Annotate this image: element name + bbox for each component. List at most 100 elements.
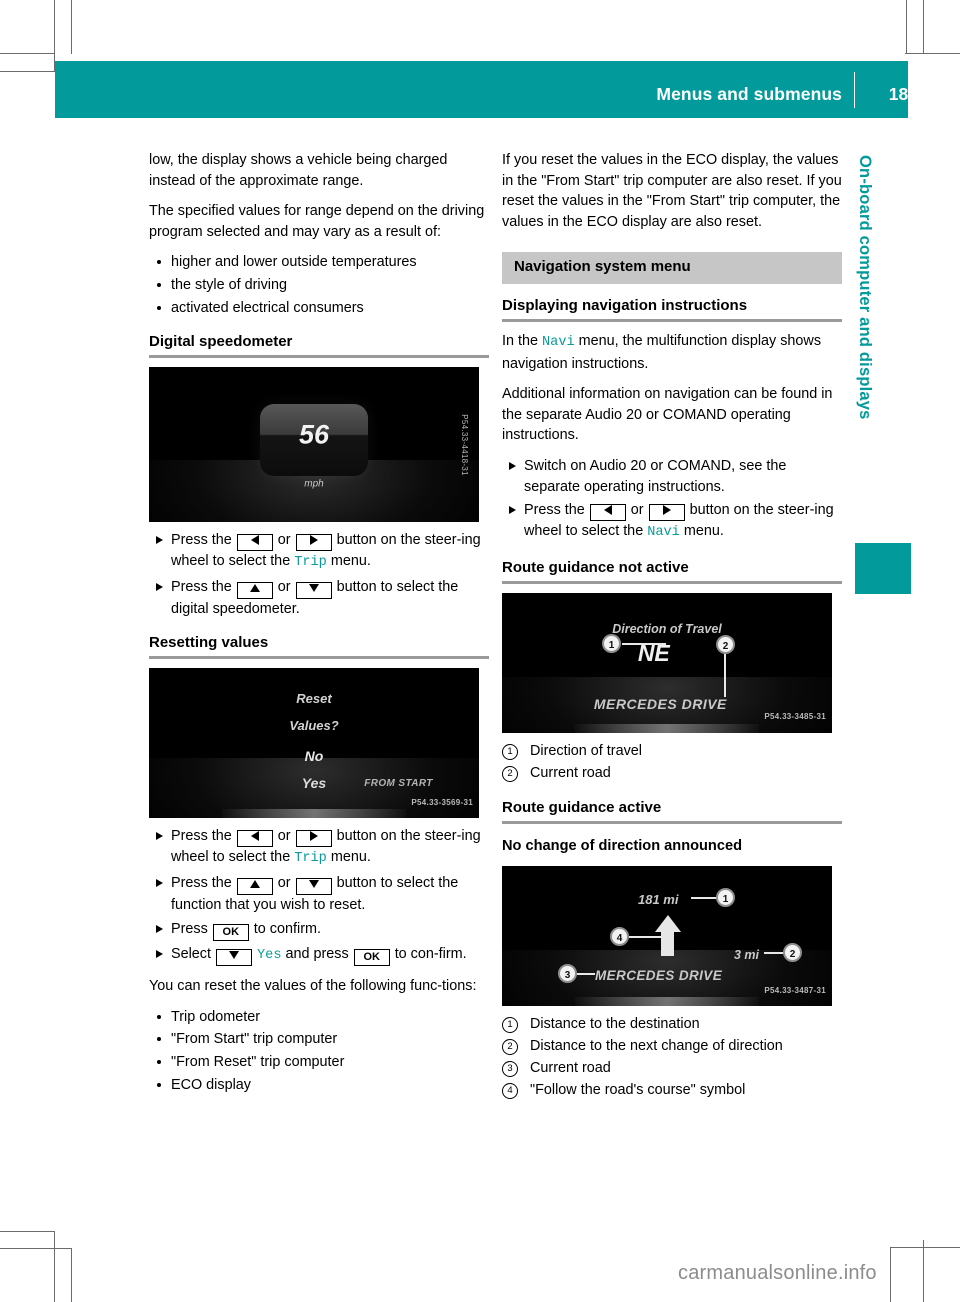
step-text-suffix: menu.	[683, 523, 724, 540]
distance-to-destination-value: 181 mi	[638, 892, 679, 908]
heading-displaying-navigation-instructions: Displaying navigation instructions	[502, 296, 748, 314]
bullet-text: "From Start" trip computer	[171, 1031, 338, 1048]
menu-name-navi: Navi	[647, 525, 680, 541]
up-arrow-icon[interactable]	[236, 877, 273, 895]
callout-number: 1	[502, 743, 518, 760]
crop-mark-top-left-v2	[71, 0, 72, 54]
figure-route-guidance-active: 181 mi 1 4 3 mi 2 MERCEDES DRIVE 3 P54.3…	[502, 866, 832, 1007]
reset-from-start-label: FROM START	[364, 777, 433, 789]
down-arrow-icon[interactable]	[216, 948, 252, 966]
list-item: ECO display	[149, 1075, 489, 1096]
right-arrow-icon[interactable]	[295, 534, 332, 552]
menu-option-yes: Yes	[257, 947, 282, 963]
reset-option-yes: Yes	[301, 775, 327, 792]
callout-legend-item: 2 Current road	[502, 763, 842, 784]
step-item: Press the or button on the steer-ing whe…	[502, 500, 842, 544]
resettable-functions-list: Trip odometer "From Start" trip computer…	[149, 1007, 489, 1095]
callout-marker-1: 1	[716, 888, 735, 908]
callout-legend-item: 4 "Follow the road's course" symbol	[502, 1080, 842, 1101]
callout-label: Current road	[530, 1060, 611, 1077]
down-arrow-icon[interactable]	[295, 877, 332, 895]
intro-paragraph-1: low, the display shows a vehicle being c…	[149, 152, 448, 189]
crop-mark-bottom-left-h	[0, 1231, 55, 1232]
navi-menu-paragraph: In the Navi menu, the multifunction disp…	[502, 331, 842, 374]
callout-legend-route-active: 1 Distance to the destination 2 Distance…	[502, 1014, 842, 1101]
menu-name-trip: Trip	[294, 555, 327, 571]
bullet-text: higher and lower outside temperatures	[171, 254, 417, 271]
step-item: Press OK to confirm.	[149, 919, 489, 941]
crop-mark-top-left-h	[0, 53, 55, 54]
crop-mark-bottom-right-v	[890, 1247, 891, 1302]
down-arrow-icon[interactable]	[295, 581, 332, 599]
speedometer-unit: mph	[304, 478, 324, 490]
step-text-conjunction: or	[277, 874, 291, 891]
right-arrow-icon[interactable]	[295, 830, 332, 848]
list-item: higher and lower outside temperatures	[149, 252, 489, 273]
right-arrow-icon[interactable]	[648, 504, 685, 522]
left-arrow-icon[interactable]	[236, 830, 273, 848]
callout-number: 1	[502, 1017, 518, 1034]
callout-legend-item: 3 Current road	[502, 1058, 842, 1079]
ok-button-icon[interactable]: OK	[353, 948, 390, 966]
heading-rule	[502, 580, 842, 584]
step-text-conjunction: or	[277, 578, 291, 595]
ok-button-icon[interactable]: OK	[212, 923, 249, 941]
step-text-suffix: menu.	[330, 849, 371, 866]
callout-legend-item: 2 Distance to the next change of directi…	[502, 1036, 842, 1057]
step-item: Press the or button on the steer-ing whe…	[149, 826, 489, 870]
closing-paragraph: You can reset the values of the followin…	[149, 978, 477, 995]
callout-number: 2	[502, 765, 518, 782]
crop-mark-top-right-v2	[923, 0, 924, 54]
list-item: "From Start" trip computer	[149, 1029, 489, 1050]
right-column: If you reset the values in the ECO displ…	[502, 150, 842, 1113]
callout-leader-line	[622, 642, 666, 645]
callout-label: Distance to the destination	[530, 1016, 700, 1033]
bullet-text: the style of driving	[171, 276, 287, 293]
step-item: Press the or button to select the functi…	[149, 873, 489, 916]
crop-mark-top-right-h	[905, 53, 960, 54]
reset-dialog-line-1: Reset	[296, 691, 332, 707]
eco-reset-note-paragraph: If you reset the values in the ECO displ…	[502, 152, 842, 230]
callout-label: Current road	[530, 764, 611, 781]
steps-resetting-values: Press the or button on the steer-ing whe…	[149, 826, 489, 966]
page-number: 189	[888, 84, 918, 104]
step-text: Switch on Audio 20 or COMAND, see the se…	[524, 457, 787, 495]
crop-mark-bottom-left-h2	[0, 1248, 72, 1249]
left-column: low, the display shows a vehicle being c…	[149, 150, 489, 1107]
list-item: "From Reset" trip computer	[149, 1052, 489, 1073]
figure-code: P54.33-3569-31	[411, 797, 473, 807]
additional-info-paragraph: Additional information on navigation can…	[502, 386, 833, 444]
step-text-prefix: Press	[171, 920, 208, 937]
callout-legend-item: 1 Direction of travel	[502, 741, 842, 762]
heading-rule	[502, 820, 842, 824]
left-arrow-icon[interactable]	[589, 504, 626, 522]
step-text-prefix: Press the	[171, 532, 232, 549]
display-road-bar	[574, 723, 760, 733]
intro-paragraph-2: The specified values for range depend on…	[149, 203, 485, 240]
left-arrow-icon[interactable]	[236, 534, 273, 552]
step-text-prefix: Select	[171, 945, 211, 962]
step-text-suffix: to con-firm.	[394, 945, 467, 962]
paragraph-prefix: In the	[502, 332, 539, 349]
step-text-suffix: to confirm.	[253, 920, 321, 937]
callout-number: 3	[502, 1061, 518, 1078]
crop-mark-bottom-right-h	[890, 1247, 960, 1248]
heading-rule	[149, 656, 489, 660]
step-item: Switch on Audio 20 or COMAND, see the se…	[502, 456, 842, 497]
steps-digital-speedometer: Press the or button on the steer-ing whe…	[149, 530, 489, 619]
list-item: activated electrical consumers	[149, 298, 489, 319]
callout-label: "Follow the road's course" symbol	[530, 1082, 746, 1099]
steps-displaying-navigation: Switch on Audio 20 or COMAND, see the se…	[502, 456, 842, 544]
distance-to-next-change-value: 3 mi	[734, 948, 760, 963]
section-bar-navigation-system-menu: Navigation system menu	[502, 252, 842, 284]
up-arrow-icon[interactable]	[236, 581, 273, 599]
step-text-conjunction: or	[630, 502, 644, 519]
figure-code: P54.33-3485-31	[764, 712, 826, 722]
step-text-conjunction: or	[277, 828, 291, 845]
step-text-prefix: Press the	[524, 502, 585, 519]
step-item: Select Yes and press OK to con-firm.	[149, 944, 489, 967]
callout-number: 4	[502, 1083, 518, 1100]
heading-rule	[149, 355, 489, 359]
bullet-text: "From Reset" trip computer	[171, 1053, 345, 1070]
callout-label: Distance to the next change of direction	[530, 1038, 783, 1055]
